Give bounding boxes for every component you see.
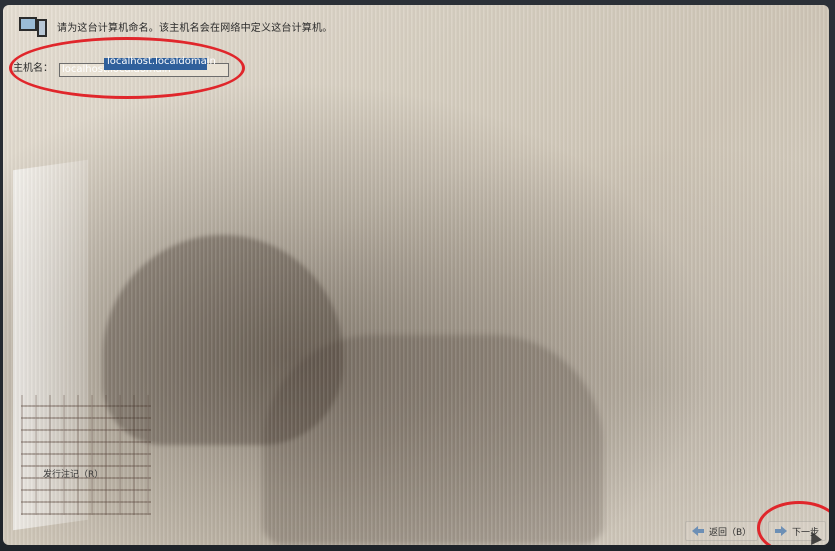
photo-frame: 请为这台计算机命名。该主机名会在网络中定义这台计算机。 主机名： localho… bbox=[0, 0, 835, 551]
back-label: 返回（B） bbox=[709, 527, 752, 538]
annotation-circle-hostname bbox=[9, 37, 245, 99]
computer-tower bbox=[37, 19, 47, 37]
installer-screen: 请为这台计算机命名。该主机名会在网络中定义这台计算机。 主机名： localho… bbox=[3, 5, 829, 545]
arrow-left-icon bbox=[692, 526, 704, 536]
back-button[interactable]: 返回（B） bbox=[685, 521, 759, 541]
release-notes-link[interactable]: 发行注记（R） bbox=[43, 467, 103, 480]
header: 请为这台计算机命名。该主机名会在网络中定义这台计算机。 bbox=[19, 17, 332, 39]
computer-monitor bbox=[19, 17, 37, 31]
reflection-shadow-2 bbox=[263, 335, 603, 545]
hostname-instruction: 请为这台计算机命名。该主机名会在网络中定义这台计算机。 bbox=[57, 22, 333, 34]
computer-icon bbox=[19, 17, 47, 39]
